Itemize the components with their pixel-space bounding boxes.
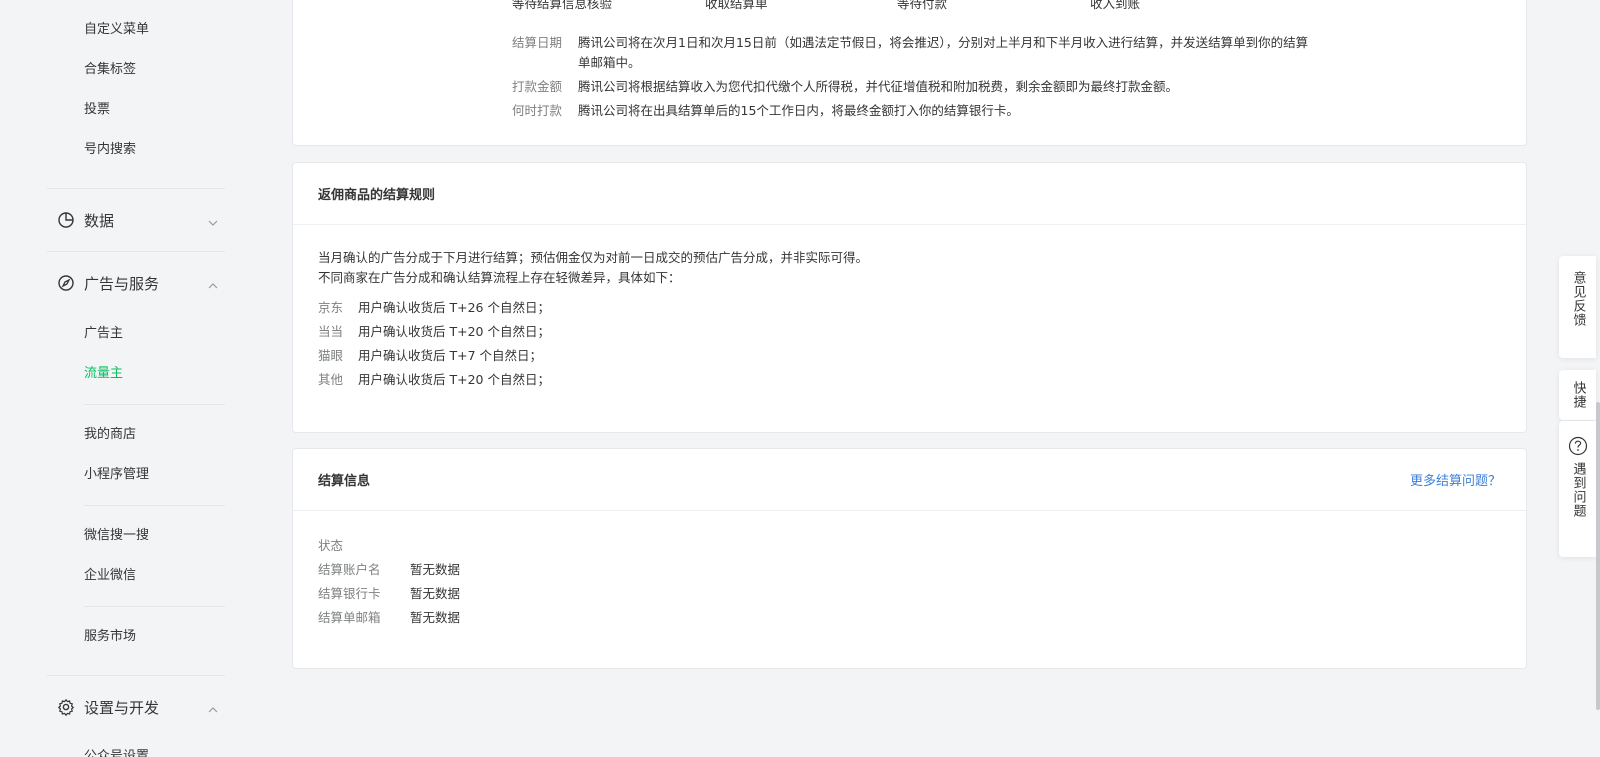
field-label: 结算单邮箱 — [318, 610, 381, 625]
rule-key: 何时打款 — [512, 103, 563, 118]
card-header: 返佣商品的结算规则 — [293, 163, 1526, 225]
status-row: 状态 — [318, 534, 460, 558]
merchant-name: 京东 — [318, 300, 344, 315]
commission-rules-card: 返佣商品的结算规则 当月确认的广告分成于下月进行结算；预估佣金仅为对前一日成交的… — [292, 162, 1527, 433]
settlement-field-row: 结算账户名 暂无数据 — [318, 558, 460, 582]
merchant-rule-row: 京东 用户确认收货后 T+26 个自然日； — [318, 296, 868, 320]
merchant-rule: 用户确认收货后 T+20 个自然日； — [358, 324, 550, 339]
merchant-name: 猫眼 — [318, 348, 344, 363]
flow-step-label: 等待付款 — [897, 0, 948, 11]
rule-payment-time: 何时打款 腾讯公司将在出具结算单后的15个工作日内，将最终金额打入你的结算银行卡… — [512, 101, 1512, 121]
sidebar-divider — [47, 188, 225, 189]
field-label: 结算银行卡 — [318, 586, 381, 601]
rule-text: 不同商家在广告分成和确认结算流程上存在轻微差异，具体如下： — [318, 270, 681, 285]
sidebar-item-my-store[interactable]: 我的商店 — [84, 425, 136, 445]
sidebar-item-custom-menu[interactable]: 自定义菜单 — [84, 20, 149, 40]
sidebar-group-label: 设置与开发 — [84, 698, 160, 717]
rule-value: 腾讯公司将在出具结算单后的15个工作日内，将最终金额打入你的结算银行卡。 — [578, 103, 1019, 118]
sidebar-item-wecom[interactable]: 企业微信 — [84, 566, 136, 586]
shortcut-tab-label: 快捷 — [1570, 381, 1586, 409]
help-tab-label: 遇到问题 — [1570, 462, 1586, 518]
merchant-name: 其他 — [318, 372, 344, 387]
field-value: 暂无数据 — [410, 586, 461, 601]
sidebar-divider — [84, 505, 225, 506]
feedback-tab[interactable]: 意见反馈 — [1559, 256, 1596, 358]
field-value: 暂无数据 — [410, 610, 461, 625]
status-label: 状态 — [318, 538, 344, 553]
sidebar-divider — [84, 606, 225, 607]
rule-payment-amount: 打款金额 腾讯公司将根据结算收入为您代扣代缴个人所得税，并代征增值税和附加税费，… — [512, 77, 1512, 97]
rule-value: 腾讯公司将在次月1日和次月15日前（如遇法定节假日，将会推迟），分别对上半月和下… — [578, 35, 1309, 70]
rule-settlement-date: 结算日期 腾讯公司将在次月1日和次月15日前（如遇法定节假日，将会推迟），分别对… — [512, 33, 1512, 73]
feedback-tab-label: 意见反馈 — [1570, 271, 1586, 327]
question-circle-icon — [1568, 436, 1588, 456]
chevron-down-icon — [207, 214, 219, 226]
sidebar-item-advertiser[interactable]: 广告主 — [84, 324, 123, 344]
rule-key: 打款金额 — [512, 79, 563, 94]
chevron-up-icon — [207, 277, 219, 289]
flow-step-label: 收取结算单 — [705, 0, 768, 11]
sidebar: 自定义菜单 合集标签 投票 号内搜索 数据 广告与服务 广告主 流量主 我的商店… — [0, 0, 272, 757]
sidebar-group-settings-dev[interactable]: 设置与开发 — [57, 695, 219, 719]
card-title: 返佣商品的结算规则 — [318, 188, 436, 203]
sidebar-item-wechat-search[interactable]: 微信搜一搜 — [84, 526, 149, 546]
rule-key: 结算日期 — [512, 35, 563, 50]
merchant-rule: 用户确认收货后 T+26 个自然日； — [358, 300, 550, 315]
sidebar-divider — [84, 404, 225, 405]
card-header: 结算信息 更多结算问题？ — [293, 449, 1526, 511]
sidebar-item-account-search[interactable]: 号内搜索 — [84, 140, 136, 160]
merchant-rule: 用户确认收货后 T+20 个自然日； — [358, 372, 550, 387]
sidebar-group-label: 数据 — [84, 211, 115, 230]
sidebar-group-label: 广告与服务 — [84, 274, 160, 293]
settlement-flow-card: 等待结算信息核验 收取结算单 等待付款 收入到账 结算日期 腾讯公司将在次月1日… — [292, 0, 1527, 146]
pie-chart-icon — [57, 211, 75, 229]
card-title: 结算信息 — [318, 474, 371, 489]
sidebar-group-data[interactable]: 数据 — [57, 208, 219, 232]
sidebar-item-publisher[interactable]: 流量主 — [84, 364, 123, 384]
chevron-up-icon — [207, 701, 219, 713]
sidebar-item-collection-tags[interactable]: 合集标签 — [84, 60, 136, 80]
gear-icon — [57, 698, 75, 717]
settlement-info-body: 状态 结算账户名 暂无数据 结算银行卡 暂无数据 结算单邮箱 暂无数据 — [318, 534, 460, 630]
sidebar-item-account-settings[interactable]: 公众号设置 — [84, 747, 149, 757]
field-label: 结算账户名 — [318, 562, 381, 577]
sidebar-divider — [47, 675, 225, 676]
merchant-rule-row: 当当 用户确认收货后 T+20 个自然日； — [318, 320, 868, 344]
merchant-rule: 用户确认收货后 T+7 个自然日； — [358, 348, 543, 363]
sidebar-item-vote[interactable]: 投票 — [84, 100, 110, 120]
rule-value: 腾讯公司将根据结算收入为您代扣代缴个人所得税，并代征增值税和附加税费，剩余金额即… — [578, 79, 1179, 94]
shortcut-tab[interactable]: 快捷 — [1559, 370, 1596, 420]
sidebar-group-ads-services[interactable]: 广告与服务 — [57, 271, 219, 295]
compass-icon — [57, 274, 75, 292]
merchant-rule-row: 猫眼 用户确认收货后 T+7 个自然日； — [318, 344, 868, 368]
flow-step-label: 收入到账 — [1090, 0, 1141, 11]
settlement-field-row: 结算银行卡 暂无数据 — [318, 582, 460, 606]
flow-step-label: 等待结算信息核验 — [512, 0, 613, 11]
merchant-name: 当当 — [318, 324, 344, 339]
help-tab[interactable]: 遇到问题 — [1559, 421, 1596, 557]
sidebar-divider — [47, 251, 225, 252]
sidebar-item-service-market[interactable]: 服务市场 — [84, 627, 136, 647]
commission-rules-body: 当月确认的广告分成于下月进行结算；预估佣金仅为对前一日成交的预估广告分成，并非实… — [318, 248, 868, 392]
more-settlement-questions-link[interactable]: 更多结算问题？ — [1410, 470, 1501, 489]
rule-text: 当月确认的广告分成于下月进行结算；预估佣金仅为对前一日成交的预估广告分成，并非实… — [318, 250, 869, 265]
page-scrollbar[interactable] — [1596, 402, 1600, 710]
sidebar-item-mini-program[interactable]: 小程序管理 — [84, 465, 149, 485]
field-value: 暂无数据 — [410, 562, 461, 577]
settlement-field-row: 结算单邮箱 暂无数据 — [318, 606, 460, 630]
merchant-rule-row: 其他 用户确认收货后 T+20 个自然日； — [318, 368, 868, 392]
settlement-info-card: 结算信息 更多结算问题？ 状态 结算账户名 暂无数据 结算银行卡 暂无数据 结算… — [292, 448, 1527, 669]
